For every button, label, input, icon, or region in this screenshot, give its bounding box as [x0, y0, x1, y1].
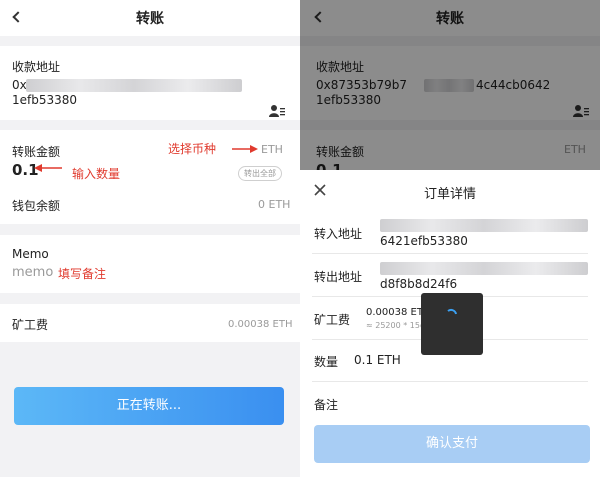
loading-dialog — [421, 293, 483, 355]
miner-fee-label: 矿工费 — [12, 318, 49, 332]
annotation-select-coin: 选择币种 — [168, 142, 217, 156]
transfer-button[interactable]: 正在转账... — [14, 387, 284, 425]
confirm-payment-button[interactable]: 确认支付 — [314, 425, 590, 463]
divider — [312, 253, 588, 254]
miner-fee-row[interactable]: 矿工费 0.00038 ETH — [0, 304, 300, 342]
spinner-icon — [447, 308, 457, 315]
wallet-balance-label: 钱包余额 — [12, 199, 61, 213]
memo-card: Memo memo 填写备注 — [0, 235, 300, 293]
page-title: 转账 — [136, 11, 164, 27]
annotation-fill-memo: 填写备注 — [58, 267, 107, 281]
header-bar: 转账 — [0, 0, 300, 36]
from-address-blur — [380, 262, 588, 275]
from-address-label: 转出地址 — [314, 270, 363, 284]
address-blur — [26, 79, 242, 92]
to-address-value: 6421efb53380 — [380, 234, 468, 248]
wallet-balance-value: 0 ETH — [258, 198, 291, 211]
amount-card: 转账金额 选择币种 ETH 0.1 输入数量 转出全部 钱包余额 0 ETH — [0, 130, 300, 224]
order-details-sheet: 订单详情 转入地址 6421efb53380 转出地址 d8f8b8d24f6 … — [300, 170, 600, 477]
address-value-start: 0x — [12, 78, 27, 92]
memo-input[interactable]: memo — [12, 265, 53, 280]
fee-label: 矿工费 — [314, 313, 351, 327]
arrow-left-annotation-icon — [34, 164, 62, 172]
arrow-right-annotation-icon — [232, 145, 258, 153]
contact-book-icon[interactable] — [268, 104, 286, 118]
quantity-label: 数量 — [314, 355, 339, 369]
annotation-enter-amount: 输入数量 — [72, 167, 121, 181]
transfer-screen-right: 转账 收款地址 0x87353b79b7 4c44cb0642 1efb5338… — [300, 0, 600, 477]
address-label: 收款地址 — [12, 60, 61, 74]
address-value-end: 1efb53380 — [12, 93, 78, 107]
transfer-screen-left: 转账 收款地址 0x 1efb53380 转账金额 选择币种 ETH 0.1 输… — [0, 0, 300, 477]
amount-label: 转账金额 — [12, 145, 61, 159]
modal-overlay[interactable] — [300, 0, 600, 170]
currency-selector[interactable]: ETH — [261, 143, 283, 156]
transfer-all-button[interactable]: 转出全部 — [238, 166, 282, 181]
sheet-title: 订单详情 — [423, 187, 476, 202]
miner-fee-value: 0.00038 ETH — [228, 319, 293, 330]
divider — [312, 381, 588, 382]
to-address-label: 转入地址 — [314, 227, 363, 241]
memo-label: Memo — [12, 247, 49, 261]
address-card[interactable]: 收款地址 0x 1efb53380 — [0, 46, 300, 120]
quantity-value: 0.1 ETH — [354, 353, 401, 367]
memo-label: 备注 — [314, 398, 339, 412]
to-address-blur — [380, 219, 588, 232]
from-address-value: d8f8b8d24f6 — [380, 277, 458, 291]
